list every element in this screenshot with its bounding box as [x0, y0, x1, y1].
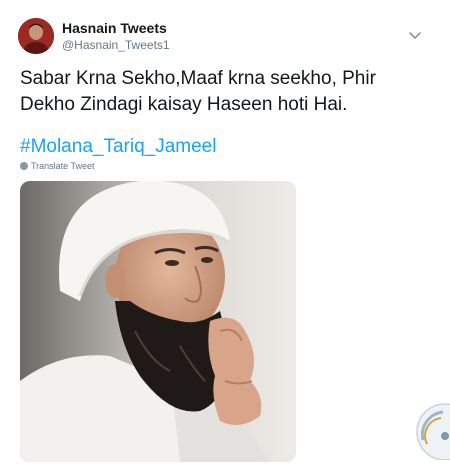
hashtag-link[interactable]: #Molana_Tariq_Jameel: [20, 136, 216, 158]
tweet-card: Hasnain Tweets @Hasnain_Tweets1 Sabar Kr…: [0, 0, 450, 470]
translate-tweet-link[interactable]: Translate Tweet: [20, 161, 95, 171]
globe-icon: [20, 162, 28, 170]
user-name[interactable]: Hasnain Tweets: [62, 20, 167, 36]
speed-gauge-icon: [413, 400, 450, 461]
avatar[interactable]: [18, 18, 54, 54]
portrait-image: [20, 181, 296, 462]
tweet-text-line-2: Dekho Zindagi kaisay Haseen hoti Hai.: [20, 94, 348, 115]
translate-tweet-label: Translate Tweet: [31, 161, 95, 171]
tweet-text: Sabar Krna Sekho,Maaf krna seekho, Phir …: [20, 66, 430, 118]
user-handle[interactable]: @Hasnain_Tweets1: [62, 38, 170, 52]
chevron-down-icon[interactable]: [405, 28, 425, 44]
tweet-photo[interactable]: [20, 181, 296, 462]
tweet-text-line-1: Sabar Krna Sekho,Maaf krna seekho, Phir: [20, 68, 376, 89]
